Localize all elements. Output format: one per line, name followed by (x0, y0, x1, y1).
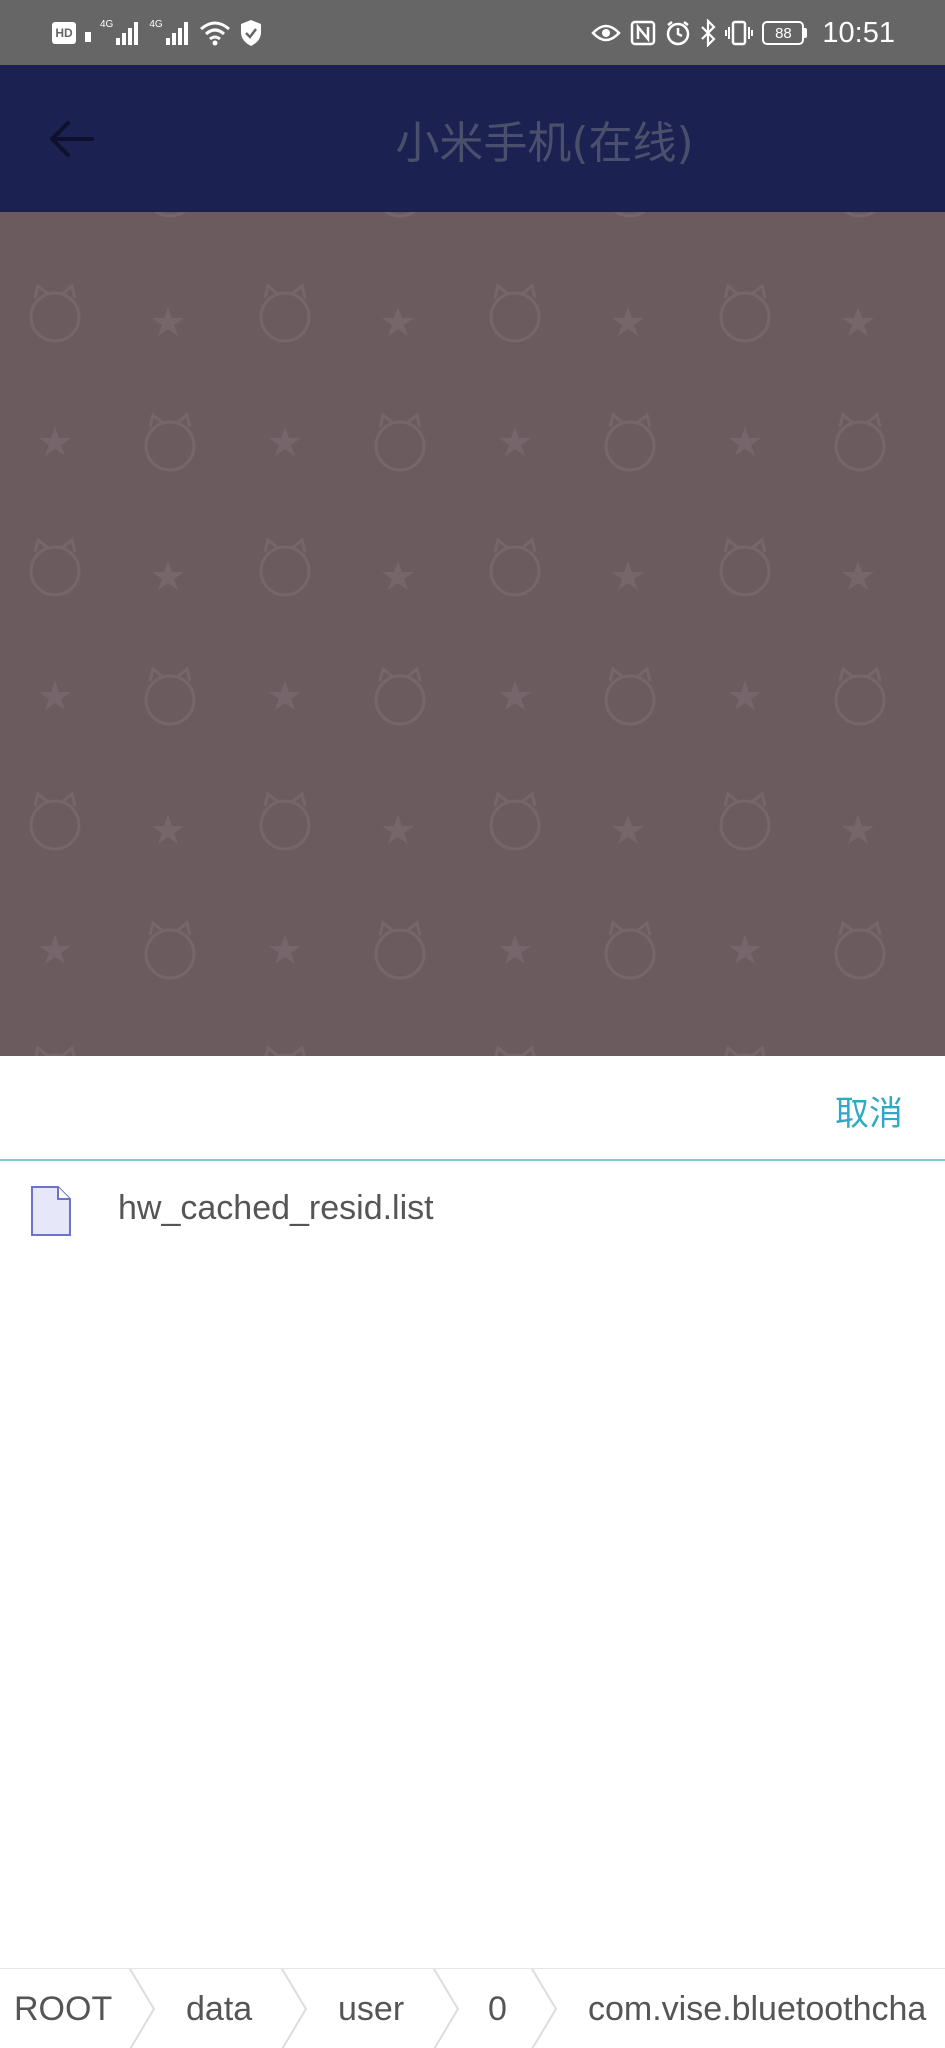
chevron-right-icon (281, 1969, 308, 2048)
screen: HD 4G 4G 88 10:51 小米手机(在线) 取消 hw_cached_… (0, 0, 945, 2048)
status-bar-left: HD 4G 4G (52, 14, 263, 52)
wifi-icon (199, 20, 231, 46)
breadcrumb-item-root[interactable]: ROOT (14, 1969, 112, 2048)
file-icon (31, 1186, 71, 1236)
breadcrumb: ROOT data user 0 com.vise.bluetoothcha (0, 1968, 945, 2048)
nfc-icon (630, 20, 656, 46)
battery-icon: 88 (762, 21, 808, 45)
breadcrumb-item-package[interactable]: com.vise.bluetoothcha (588, 1969, 926, 2048)
bluetooth-icon (700, 19, 716, 47)
back-button[interactable] (42, 109, 102, 169)
eye-icon (591, 22, 622, 44)
vibrate-icon (725, 20, 754, 46)
file-picker-sheet: 取消 hw_cached_resid.list (0, 1056, 945, 2048)
file-list-item[interactable]: hw_cached_resid.list (0, 1163, 945, 1273)
chevron-right-icon (129, 1969, 156, 2048)
status-bar: HD 4G 4G 88 10:51 (0, 0, 945, 65)
chevron-right-icon (433, 1969, 460, 2048)
status-time: 10:51 (822, 16, 895, 49)
background-pattern (0, 212, 945, 1056)
sheet-header: 取消 (0, 1056, 945, 1161)
alarm-icon (665, 20, 691, 46)
page-title: 小米手机(在线) (395, 117, 694, 169)
status-bar-right: 88 10:51 (591, 14, 895, 52)
shield-icon (239, 19, 263, 47)
hd-icon: HD (52, 22, 76, 44)
breadcrumb-item-0[interactable]: 0 (488, 1969, 507, 2048)
chevron-right-icon (531, 1969, 558, 2048)
small-indicator-icon (84, 22, 92, 44)
signal-4g-icon: 4G (100, 20, 141, 46)
breadcrumb-item-data[interactable]: data (186, 1969, 252, 2048)
arrow-left-icon (50, 121, 94, 157)
chat-background (0, 212, 945, 1056)
file-name: hw_cached_resid.list (118, 1189, 434, 1227)
cancel-button[interactable]: 取消 (835, 1086, 903, 1135)
app-header: 小米手机(在线) (0, 65, 945, 212)
battery-level: 88 (762, 21, 805, 45)
breadcrumb-item-user[interactable]: user (338, 1969, 404, 2048)
signal-4g-icon: 4G (149, 20, 190, 46)
